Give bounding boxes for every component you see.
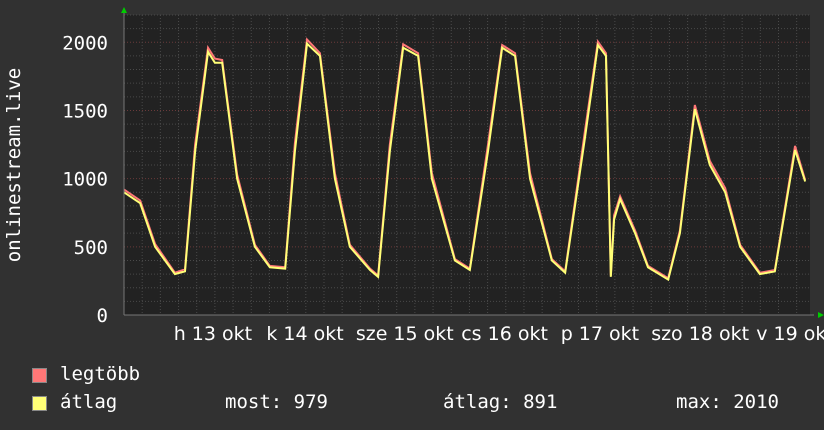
x-tick-label: v 19 okt [756, 323, 824, 345]
x-tick-label: sze 15 okt [356, 323, 454, 345]
legend-swatch-avg [32, 396, 47, 411]
x-tick-label: cs 16 okt [461, 323, 548, 345]
x-tick-label: szo 18 okt [651, 323, 749, 345]
x-tick-label: p 17 okt [561, 323, 639, 345]
x-tick-label: h 13 okt [174, 323, 252, 345]
y-tick-label: 2000 [62, 32, 108, 54]
y-axis-title: onlinestream.live [3, 68, 25, 262]
x-axis-arrow-icon [818, 312, 824, 318]
x-tick-label: k 14 okt [266, 323, 343, 345]
legend-label-avg: átlag [60, 391, 118, 413]
y-axis-arrow-icon [121, 7, 127, 13]
chart: 0 500 1000 1500 2000 h 13 okt k 14 okt sze 15 o… [3, 7, 824, 345]
legend-swatch-max [32, 368, 47, 383]
y-tick-label: 1000 [62, 169, 108, 191]
legend-label-max: legtöbb [60, 363, 141, 385]
y-tick-label: 500 [74, 237, 108, 259]
stat-avg: átlag: 891 [443, 391, 558, 413]
stat-now: most: 979 [225, 391, 328, 413]
y-tick-label: 0 [97, 305, 108, 327]
y-tick-label: 1500 [62, 100, 108, 122]
stat-max: max: 2010 [676, 391, 779, 413]
